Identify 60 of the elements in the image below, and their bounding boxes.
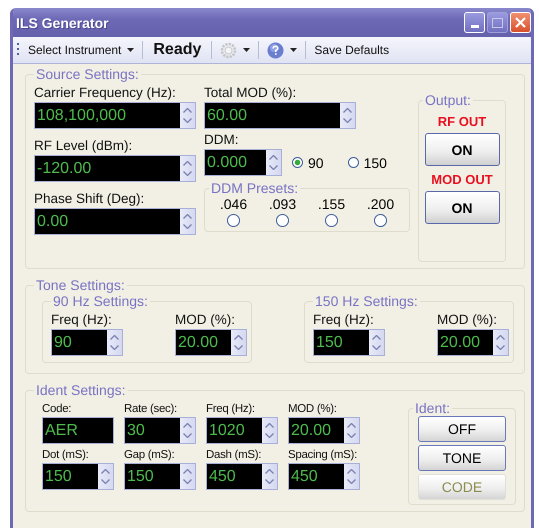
group-title: Source Settings:: [35, 66, 140, 82]
caret-icon: [243, 48, 250, 52]
field-label: Dot (mS):: [42, 448, 88, 463]
maximize-icon: [492, 18, 503, 28]
radio-button[interactable]: [227, 214, 240, 227]
field-label: MOD (%):: [175, 311, 236, 329]
help-icon: [267, 42, 284, 58]
toggle-button[interactable]: ON: [424, 133, 500, 166]
preset-label: .046: [220, 196, 248, 212]
maximize-button[interactable]: [487, 12, 508, 33]
toggle-button[interactable]: ON: [424, 191, 500, 224]
field-label: Total MOD (%):: [204, 84, 298, 102]
radio-option[interactable]: 150: [348, 154, 387, 170]
radio-option[interactable]: 90: [292, 154, 324, 170]
grip-icon: [17, 42, 20, 58]
group-title: DDM Presets:: [210, 180, 300, 196]
field-label: Code:: [42, 402, 72, 417]
field-label: Freq (Hz):: [206, 402, 255, 417]
select-instrument-menu[interactable]: Select Instrument: [26, 43, 136, 57]
settings-menu-button[interactable]: [218, 42, 252, 58]
save-defaults-button[interactable]: Save Defaults: [312, 43, 392, 57]
caret-icon: [127, 48, 134, 52]
settings-icon: [220, 42, 238, 58]
ident-button[interactable]: TONE: [418, 445, 506, 471]
window-title: ILS Generator: [16, 14, 109, 30]
caret-icon: [290, 48, 298, 52]
output-label: RF OUT: [438, 114, 486, 129]
field-label: MOD (%):: [437, 311, 498, 329]
group-title: Ident Settings:: [35, 382, 127, 398]
close-icon: [515, 17, 526, 28]
help-menu-button[interactable]: [265, 42, 300, 58]
group-title: Ident:: [414, 400, 452, 416]
radio-button[interactable]: [276, 214, 289, 227]
field-label: Freq (Hz):: [51, 311, 113, 329]
text-field[interactable]: AER: [42, 417, 114, 444]
field-label: Phase Shift (Deg):: [34, 190, 146, 208]
ident-button[interactable]: OFF: [418, 416, 506, 442]
field-label: DDM:: [204, 131, 240, 149]
field-label: Carrier Frequency (Hz):: [34, 84, 177, 102]
field-label: Spacing (mS):: [288, 448, 357, 463]
status-text: Ready: [152, 41, 202, 59]
group-title: 150 Hz Settings:: [314, 293, 419, 309]
field-label: Freq (Hz):: [313, 311, 375, 329]
close-button[interactable]: [510, 12, 531, 33]
radio-button[interactable]: [374, 214, 387, 227]
output-label: MOD OUT: [431, 172, 493, 187]
field-label: Dash (mS):: [206, 448, 262, 463]
field-label: RF Level (dBm):: [34, 137, 134, 155]
minimize-button[interactable]: [464, 12, 485, 33]
minimize-icon: [470, 25, 478, 28]
preset-label: .093: [268, 196, 296, 212]
field-label: MOD (%):: [288, 402, 337, 417]
field-label: Rate (sec):: [124, 402, 177, 417]
group-title: Output:: [424, 92, 472, 108]
group-title: 90 Hz Settings:: [52, 293, 149, 309]
field-label: Gap (mS):: [124, 448, 174, 463]
preset-label: .200: [366, 196, 394, 212]
preset-label: .155: [318, 196, 346, 212]
group-title: Tone Settings:: [35, 277, 126, 293]
radio-button[interactable]: [325, 214, 338, 227]
